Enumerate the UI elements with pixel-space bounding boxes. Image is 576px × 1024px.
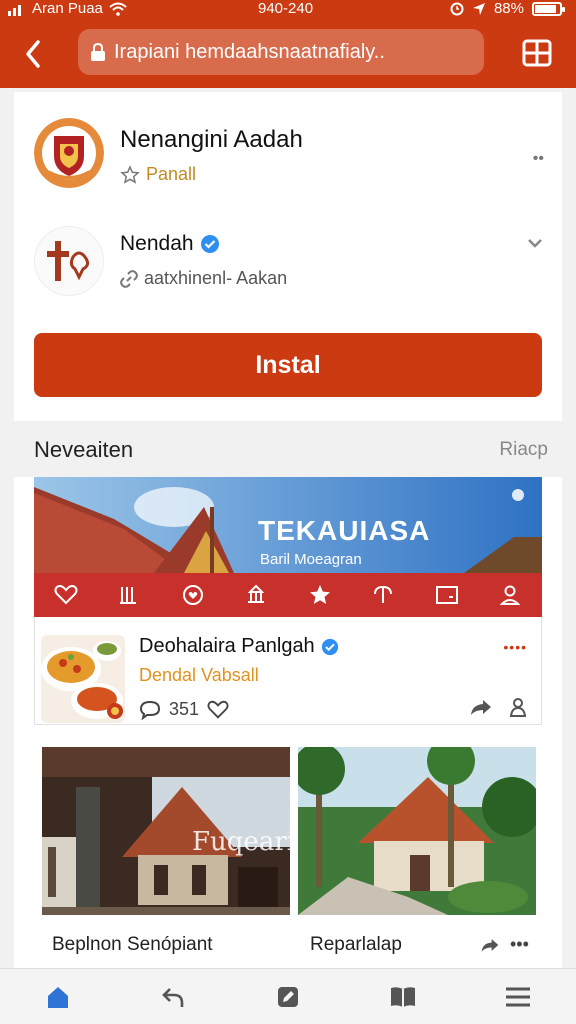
book-icon[interactable] — [388, 982, 418, 1012]
status-bar: Aran Puaa 940-240 88% — [0, 0, 576, 20]
post-stats: 351 — [139, 699, 229, 720]
post-title-row: Deohalaira Panlgah — [139, 635, 339, 658]
grid-icon — [522, 39, 552, 67]
account-name: Nenangini Aadah — [120, 126, 303, 153]
back-arrow-icon[interactable] — [158, 982, 188, 1012]
status-time: 940-240 — [258, 0, 314, 17]
edit-icon[interactable] — [273, 982, 303, 1012]
star-outline-icon — [120, 164, 140, 184]
heart-outline-icon[interactable] — [207, 700, 229, 720]
hook-icon[interactable] — [371, 583, 395, 607]
carrier-name: Aran Puaa — [32, 0, 103, 17]
frame-icon[interactable] — [435, 583, 459, 607]
post-subtitle: Dendal Vabsall — [139, 665, 259, 685]
post-title: Deohalaira Panlgah — [139, 635, 315, 657]
crest-avatar-icon — [34, 118, 104, 188]
food-image — [41, 635, 125, 723]
post-thumbnail — [41, 635, 125, 723]
top-bar: Aran Puaa 940-240 88% Irapiani hemdaahsn… — [0, 0, 576, 88]
heart-icon[interactable] — [54, 583, 78, 607]
account-subtitle-text: aatxhinenl- Aakan — [144, 268, 288, 288]
person-icon[interactable] — [498, 583, 522, 607]
status-right: 88% — [450, 0, 565, 17]
account-row-2[interactable]: Nendah aatxhinenl- Aakan — [14, 226, 562, 300]
verified-badge-icon — [200, 235, 219, 253]
battery-icon — [532, 1, 565, 16]
banner-title: TEKAUIASA — [258, 515, 431, 546]
link-icon — [120, 269, 138, 288]
account-subtitle-text: Panall — [146, 164, 197, 184]
cross-logo-icon — [47, 241, 90, 281]
menu-icon[interactable] — [503, 982, 533, 1012]
install-button[interactable]: Instal — [34, 333, 542, 397]
battery-fill — [535, 4, 557, 13]
heart-circle-icon[interactable] — [181, 583, 205, 607]
comment-icon[interactable] — [139, 700, 161, 720]
url-bar[interactable]: Irapiani hemdaahsnaatnafialy.. — [78, 29, 484, 75]
promo-banner[interactable]: TEKAUIASA Baril Moeagran — [34, 477, 542, 617]
account-subtitle: Panall — [120, 164, 196, 185]
status-left: Aran Puaa — [8, 0, 127, 17]
avatar — [34, 226, 104, 296]
lock-icon — [91, 42, 105, 61]
section-link[interactable]: Riacp — [499, 439, 548, 461]
garden-villa-image — [298, 747, 536, 915]
url-text: Irapiani hemdaahsnaatnafialy.. — [114, 40, 385, 63]
bottom-navigation — [0, 968, 576, 1024]
verified-badge-icon — [321, 638, 338, 655]
avatar — [34, 118, 104, 188]
battery-percent: 88% — [493, 0, 524, 17]
star-icon[interactable] — [308, 583, 332, 607]
account-name: Nendah — [120, 232, 194, 255]
post-card[interactable]: Deohalaira Panlgah Dendal Vabsall •••• 3… — [34, 617, 542, 725]
signal-icon — [8, 4, 21, 16]
alarm-icon — [450, 2, 464, 15]
person-icon[interactable] — [509, 697, 527, 717]
share-arrow-icon[interactable] — [480, 936, 500, 954]
section-title: Neveaiten — [34, 437, 134, 462]
section-header: Neveaiten Riacp — [14, 421, 562, 477]
account-subtitle: aatxhinenl- Aakan — [120, 268, 287, 289]
gallery-tile-right[interactable] — [298, 747, 536, 915]
location-icon — [472, 2, 485, 15]
banner-subtitle: Baril Moeagran — [260, 551, 362, 568]
tabs-button[interactable] — [520, 36, 554, 70]
more-dots-icon[interactable]: •• — [533, 150, 544, 168]
tile-actions: ••• — [480, 934, 529, 955]
main-card: Nenangini Aadah Panall •• Nendah aatxhin… — [14, 92, 562, 968]
account-name-row: Nendah — [120, 232, 220, 256]
home-icon[interactable] — [43, 982, 73, 1012]
tile-caption-right: Reparlalap — [310, 934, 402, 955]
banner-icon-strip — [34, 573, 542, 617]
back-button[interactable] — [20, 36, 48, 72]
more-dots-icon[interactable]: •••• — [503, 639, 527, 655]
comment-count: 351 — [169, 699, 200, 719]
tile-caption-left: Beplnon Senópiant — [52, 934, 213, 955]
chevron-down-icon[interactable] — [526, 236, 544, 254]
tile-overlay-text: Fuqeari — [192, 827, 296, 857]
share-arrow-icon[interactable] — [469, 697, 493, 717]
more-dots-icon[interactable]: ••• — [510, 934, 529, 955]
chevron-left-icon — [26, 40, 40, 68]
wifi-icon — [109, 2, 127, 16]
bars-icon[interactable] — [117, 583, 141, 607]
account-row-1[interactable]: Nenangini Aadah Panall •• — [14, 118, 562, 198]
temple-icon[interactable] — [244, 583, 268, 607]
post-actions — [469, 697, 527, 717]
